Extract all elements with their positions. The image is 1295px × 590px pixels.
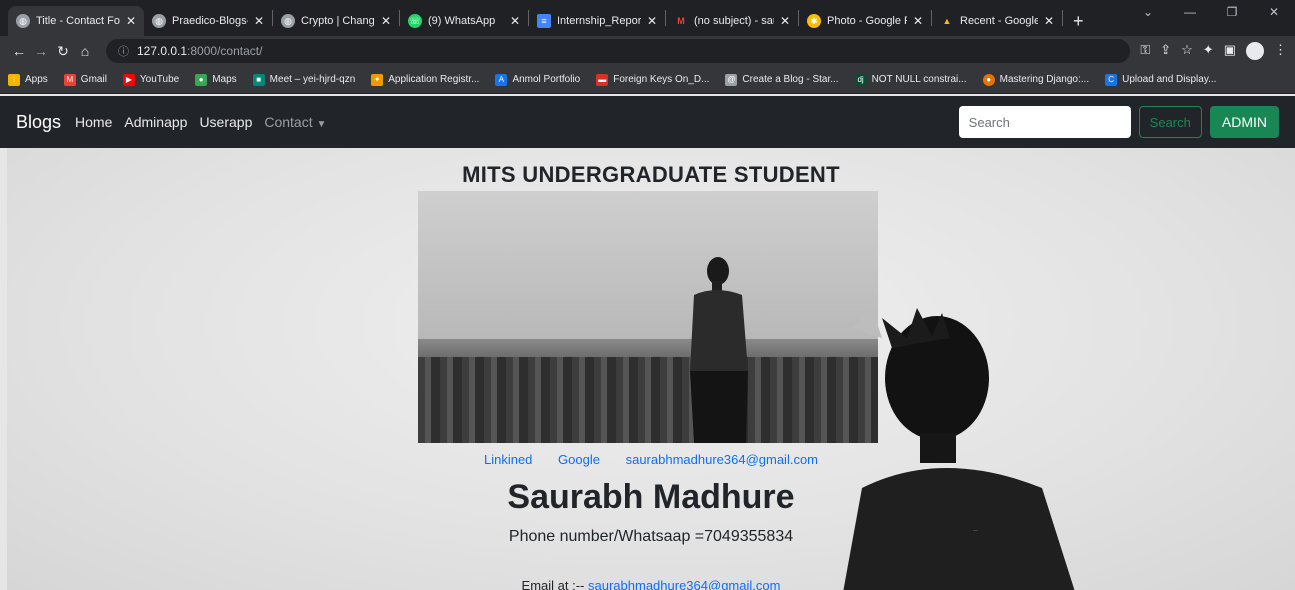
bookmark-application[interactable]: ✦ Application Registr... xyxy=(371,73,479,86)
side-panel-icon[interactable]: ▣ xyxy=(1224,42,1236,60)
close-tab-icon[interactable]: ✕ xyxy=(647,14,657,28)
search-button[interactable]: Search xyxy=(1138,106,1202,138)
bookmark-icon: ● xyxy=(982,73,995,86)
maps-icon: ● xyxy=(195,73,208,86)
social-links: Linkined Google saurabhmadhure364@gmail.… xyxy=(7,452,1295,467)
bookmark-foreign-keys[interactable]: ▬ Foreign Keys On_D... xyxy=(596,73,709,86)
bookmark-icon: C xyxy=(1105,73,1118,86)
close-tab-icon[interactable]: ✕ xyxy=(381,14,391,28)
url-host: 127.0.0.1 xyxy=(137,44,188,58)
forward-icon[interactable]: → xyxy=(30,43,52,59)
portfolio-icon: A xyxy=(495,73,508,86)
browser-tab-whatsapp[interactable]: ☏ (9) WhatsApp ✕ xyxy=(400,6,528,36)
globe-icon: ◍ xyxy=(16,14,30,28)
phone-number: Phone number/Whatsaap =7049355834 xyxy=(508,528,794,545)
profile-photo xyxy=(418,191,878,443)
nav-userapp[interactable]: Userapp xyxy=(199,114,252,130)
browser-toolbar: ← → ↻ ⌂ ⓘ 127.0.0.1:8000/contact/ ⚿ ⇪ ☆ … xyxy=(0,36,1295,66)
address-bar[interactable]: ⓘ 127.0.0.1:8000/contact/ xyxy=(106,39,1131,63)
admin-button[interactable]: ADMIN xyxy=(1209,106,1279,138)
search-input[interactable] xyxy=(958,106,1131,138)
new-tab-button[interactable]: + xyxy=(1063,6,1094,36)
bookmark-apps[interactable]: ⁝ Apps xyxy=(8,73,48,86)
contact-page: MITS UNDERGRADUATE STUDENT ~ Linkined Go… xyxy=(7,148,1295,590)
nav-contact-dropdown[interactable]: Contact ▼ xyxy=(264,114,326,130)
search-form: Search ADMIN xyxy=(958,106,1279,138)
bookmark-portfolio[interactable]: A Anmol Portfolio xyxy=(495,73,580,86)
whatsapp-icon: ☏ xyxy=(408,14,422,28)
extensions-icon[interactable]: ✦ xyxy=(1203,42,1214,60)
page-title: MITS UNDERGRADUATE STUDENT xyxy=(462,162,840,187)
share-icon[interactable]: ⇪ xyxy=(1160,42,1171,60)
minimize-icon[interactable]: — xyxy=(1169,0,1211,28)
close-tab-icon[interactable]: ✕ xyxy=(780,14,790,28)
background-person-silhouette: ~ xyxy=(843,308,1075,590)
meet-icon: ■ xyxy=(252,73,265,86)
django-icon: dj xyxy=(854,73,867,86)
window-controls: ⌄ — ❐ ✕ xyxy=(1127,0,1295,28)
close-tab-icon[interactable]: ✕ xyxy=(510,14,520,28)
browser-tab-internship[interactable]: ≡ Internship_Repor ✕ xyxy=(529,6,665,36)
menu-icon[interactable]: ⋮ xyxy=(1274,42,1287,60)
close-tab-icon[interactable]: ✕ xyxy=(1044,14,1054,28)
reload-icon[interactable]: ↻ xyxy=(52,43,74,60)
linkedin-link[interactable]: Linkined xyxy=(484,452,532,467)
browser-tab-crypto[interactable]: ◍ Crypto | Change ✕ xyxy=(273,6,399,36)
bookmark-meet[interactable]: ■ Meet – yei-hjrd-qzn xyxy=(252,73,355,86)
apps-icon: ⁝ xyxy=(8,73,20,86)
email-contact: Email at :-- saurabhmadhure364@gmail.com xyxy=(7,578,1295,590)
google-link[interactable]: Google xyxy=(558,452,600,467)
caret-down-icon: ▼ xyxy=(316,119,327,130)
globe-icon: ◍ xyxy=(152,14,166,28)
email-link[interactable]: saurabhmadhure364@gmail.com xyxy=(626,452,818,467)
home-icon[interactable]: ⌂ xyxy=(74,43,96,59)
close-tab-icon[interactable]: ✕ xyxy=(126,14,136,28)
site-info-icon[interactable]: ⓘ xyxy=(118,43,129,59)
bookmarks-bar: ⁝ Apps M Gmail ▶ YouTube ● Maps ■ Meet – yei-… xyxy=(0,66,1295,94)
drive-icon: ▲ xyxy=(942,16,952,26)
browser-tab-contact[interactable]: ◍ Title - Contact For ✕ xyxy=(8,6,144,36)
bookmark-star-icon[interactable]: ☆ xyxy=(1181,42,1193,60)
close-window-icon[interactable]: ✕ xyxy=(1253,0,1295,28)
browser-tab-gmail[interactable]: M (no subject) - sau ✕ xyxy=(666,6,798,36)
close-tab-icon[interactable]: ✕ xyxy=(913,14,923,28)
browser-tab-drive[interactable]: ▲ Recent - Google D ✕ xyxy=(932,6,1062,36)
bookmark-gmail[interactable]: M Gmail xyxy=(63,73,107,86)
restore-icon[interactable]: ❐ xyxy=(1211,0,1253,28)
back-icon[interactable]: ← xyxy=(8,43,30,59)
bookmark-maps[interactable]: ● Maps xyxy=(195,73,237,86)
app-icon: ✦ xyxy=(371,73,384,86)
bookmark-icon: ▬ xyxy=(596,73,609,86)
email-address-link[interactable]: saurabhmadhure364@gmail.com xyxy=(588,578,780,590)
globe-icon: ◍ xyxy=(281,14,295,28)
tab-search-icon[interactable]: ⌄ xyxy=(1127,0,1169,28)
bookmark-upload-display[interactable]: C Upload and Display... xyxy=(1105,73,1216,86)
photos-icon: ✱ xyxy=(807,14,821,28)
navbar-brand[interactable]: Blogs xyxy=(16,112,61,133)
browser-tab-praedico[interactable]: ◍ Praedico-Blogs- ✕ xyxy=(144,6,272,36)
gmail-icon: M xyxy=(677,16,685,26)
browser-tab-strip: ◍ Title - Contact For ✕ ◍ Praedico-Blogs… xyxy=(0,0,1295,36)
url-path: :8000/contact/ xyxy=(187,44,263,58)
youtube-icon: ▶ xyxy=(122,73,135,86)
close-tab-icon[interactable]: ✕ xyxy=(254,14,264,28)
gmail-icon: M xyxy=(63,73,76,86)
bookmark-not-null[interactable]: dj NOT NULL constrai... xyxy=(854,73,967,86)
nav-adminapp[interactable]: Adminapp xyxy=(124,114,187,130)
docs-icon: ≡ xyxy=(537,14,551,28)
bookmark-create-blog[interactable]: @ Create a Blog - Star... xyxy=(725,73,839,86)
bookmark-youtube[interactable]: ▶ YouTube xyxy=(122,73,179,86)
bookmark-mastering-django[interactable]: ● Mastering Django:... xyxy=(982,73,1089,86)
site-navbar: Blogs Home Adminapp Userapp Contact ▼ Se… xyxy=(0,96,1295,148)
person-name: Saurabh Madhure xyxy=(507,478,795,516)
nav-home[interactable]: Home xyxy=(75,114,112,130)
key-icon[interactable]: ⚿ xyxy=(1140,42,1150,60)
profile-avatar[interactable] xyxy=(1246,42,1264,60)
browser-tab-photos[interactable]: ✱ Photo - Google P ✕ xyxy=(799,6,931,36)
person-silhouette xyxy=(690,257,748,443)
blog-icon: @ xyxy=(725,73,738,86)
